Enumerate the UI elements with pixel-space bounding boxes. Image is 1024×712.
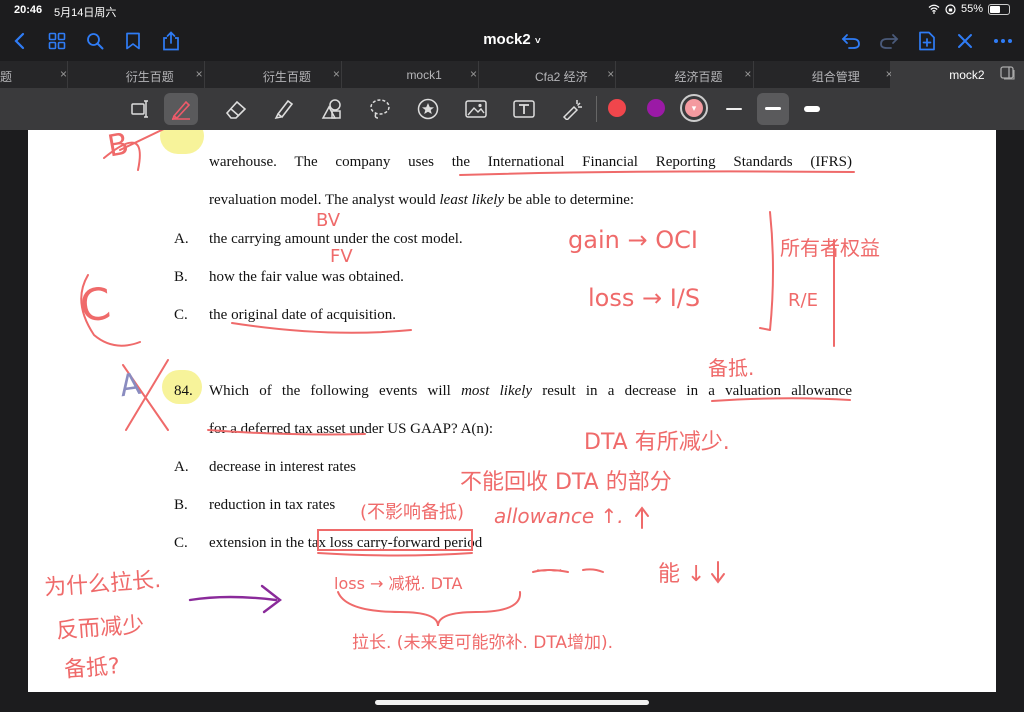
handwritten-gain-oci: gain → OCI (568, 226, 698, 254)
handwritten-note-dots: ‿‿ (538, 556, 561, 572)
orientation-lock-icon (945, 3, 956, 15)
tab-close-icon[interactable]: × (60, 67, 67, 81)
handwritten-note-loss: loss → 减税. DTA (334, 574, 463, 593)
tab-label: Cfa2 经济 (534, 70, 588, 84)
tab-label: mock1 (406, 68, 442, 82)
ink-strokes-layer (80, 130, 855, 627)
stroke-medium-selected[interactable] (757, 93, 789, 125)
highlighter-icon[interactable] (270, 95, 298, 123)
tab-overview-icon[interactable] (1000, 66, 1016, 80)
handwritten-note-dta-decrease: DTA 有所减少. (584, 430, 730, 455)
status-right: 55% (928, 3, 1010, 15)
nav-bar: mock2 ˅ (0, 22, 1024, 60)
document-title[interactable]: mock2 ˅ (0, 31, 1024, 48)
color-swatch-red[interactable] (608, 99, 626, 117)
text-select-icon[interactable] (126, 95, 154, 123)
lasso-icon[interactable] (366, 95, 394, 123)
sticker-icon[interactable] (414, 95, 442, 123)
tab-1[interactable]: 衍生百题 × (68, 61, 205, 88)
handwritten-note-equity: 所有者权益 (780, 236, 880, 260)
tab-0[interactable]: 题 × (0, 61, 68, 88)
tab-close-icon[interactable]: × (333, 67, 340, 81)
tab-5[interactable]: 经济百题 × (616, 61, 754, 88)
handwritten-note-extend: 拉长. (未来更可能弥补. DTA增加). (352, 633, 614, 653)
handwritten-mark-c: C (77, 278, 114, 333)
color-swatch-selected-ring[interactable]: ▾ (680, 94, 708, 122)
redo-icon[interactable] (876, 28, 902, 54)
color-swatch-pink: ▾ (685, 99, 703, 117)
pen-icon[interactable] (164, 93, 198, 125)
title-chevron-icon: ˅ (534, 36, 541, 47)
handwritten-loss-is: loss → I/S (588, 284, 701, 312)
status-date: 5月14日周六 (54, 7, 117, 19)
status-time: 20:46 (14, 4, 43, 16)
shapes-icon[interactable] (318, 95, 346, 123)
handwritten-mark-a: A (117, 366, 143, 405)
tab-label: 组合管理 (811, 70, 860, 84)
handwritten-note-re: R/E (788, 290, 818, 311)
tab-label: 题 (0, 70, 13, 84)
status-bar: 20:46 5月14日周六 55% (0, 0, 1024, 22)
annotation-toolbar: ▾ (0, 88, 1024, 130)
handwritten-bv: BV (316, 210, 341, 231)
wifi-icon (928, 4, 940, 14)
more-icon[interactable] (990, 28, 1016, 54)
tab-2[interactable]: 衍生百题 × (205, 61, 343, 88)
tab-label: 经济百题 (674, 70, 723, 84)
toolbar-divider (596, 96, 597, 122)
tab-6[interactable]: 组合管理 × (754, 61, 893, 88)
image-icon[interactable] (462, 95, 490, 123)
handwritten-note-allowance-up: allowance ↑. (494, 504, 624, 528)
laser-pointer-icon[interactable] (558, 95, 586, 123)
undo-icon[interactable] (838, 28, 864, 54)
tab-close-icon[interactable]: × (470, 67, 477, 81)
battery-icon (988, 3, 1010, 15)
stroke-thin[interactable] (726, 108, 742, 110)
handwritten-note-allowance: 备抵. (708, 356, 755, 380)
pdf-page: warehouse. The company uses the Internat… (28, 130, 996, 692)
tab-close-icon[interactable]: × (196, 67, 203, 81)
tab-label: 衍生百题 (125, 70, 174, 84)
handwritten-note-unrecoverable-dta: 不能回收 DTA 的部分 (460, 470, 672, 495)
tab-bar: 题 × 衍生百题 × 衍生百题 × mock1 × Cfa2 经济 × 经济百题… (0, 61, 1024, 88)
tab-label: 衍生百题 (262, 70, 311, 84)
tab-4[interactable]: Cfa2 经济 × (479, 61, 617, 88)
color-swatch-purple[interactable] (647, 99, 665, 117)
close-icon[interactable] (952, 28, 978, 54)
stroke-thick[interactable] (804, 106, 820, 112)
handwritten-note-left-2: 反而减少 (55, 612, 145, 645)
eraser-icon[interactable] (222, 95, 250, 123)
battery-percent: 55% (960, 3, 983, 15)
add-page-icon[interactable] (914, 28, 940, 54)
tab-close-icon[interactable]: × (607, 67, 614, 81)
handwritten-note-left-3: 备抵? (63, 654, 121, 683)
handwritten-note-no-effect: (不影响备抵) (360, 502, 465, 523)
tab-3[interactable]: mock1 × (342, 61, 480, 88)
handwritten-note-can-decrease: 能 ↓ (658, 562, 706, 587)
tab-close-icon[interactable]: × (744, 67, 751, 81)
home-indicator[interactable] (375, 700, 649, 705)
handwritten-fv: FV (330, 246, 353, 267)
textbox-icon[interactable] (510, 95, 538, 123)
